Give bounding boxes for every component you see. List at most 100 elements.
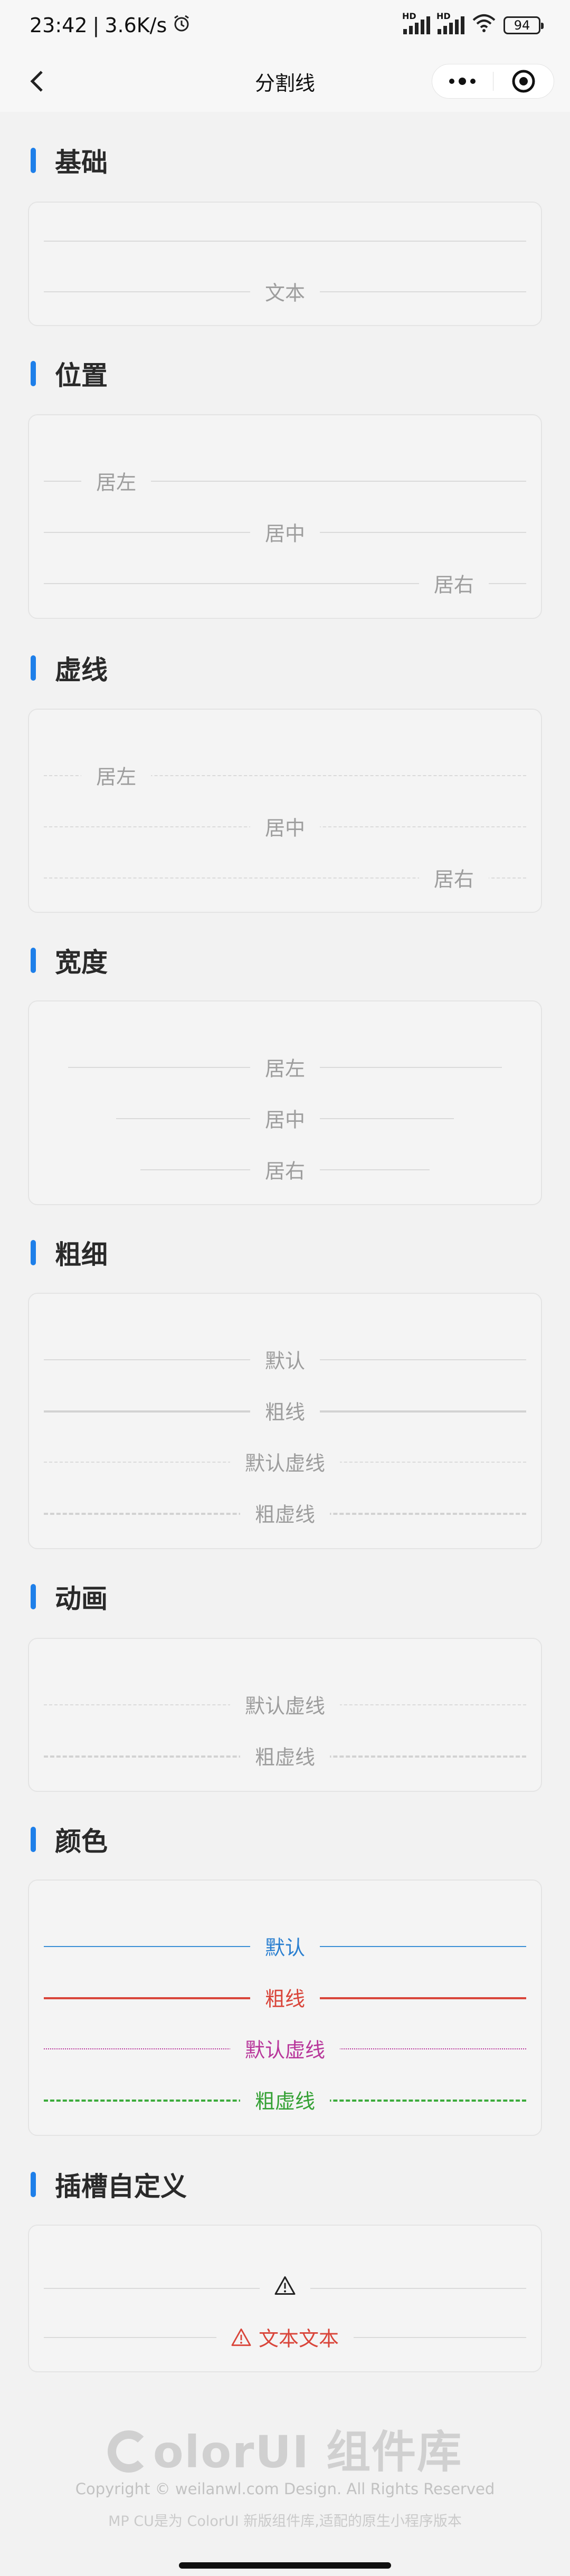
signal-1-icon: HD [402, 11, 430, 34]
warning-icon [231, 2328, 251, 2346]
dashed-divider-right: 居右 [44, 863, 526, 892]
section-accent-bar [31, 148, 36, 173]
status-left: 23:42 | 3.6K/s [30, 14, 191, 37]
divider-label: 文本 [250, 276, 320, 306]
section-title: 粗细 [55, 1239, 108, 1270]
card-position: 居左 居中 居右 [28, 414, 542, 619]
battery-level: 94 [514, 18, 530, 33]
divider-center: 居中 [44, 517, 526, 547]
divider-label: 居中 [250, 812, 320, 841]
signal-2-icon: HD [436, 11, 464, 34]
dashed-divider-center: 居中 [44, 812, 526, 841]
divider-default: 默认 [44, 1344, 526, 1374]
divider-label: 居右 [250, 1155, 320, 1184]
section-title: 插槽自定义 [55, 2171, 187, 2202]
section-title: 虚线 [55, 655, 108, 685]
divider-label: 文本文本 [258, 2327, 339, 2351]
divider-thick-dashed: 粗虚线 [44, 1498, 526, 1528]
section-accent-bar [31, 655, 36, 681]
divider-label: 居左 [81, 466, 151, 495]
divider-label: 粗虚线 [240, 1498, 330, 1528]
divider-label: 默认 [250, 1344, 320, 1374]
close-button[interactable] [493, 64, 554, 98]
section-header-thickness: 粗细 [31, 1237, 108, 1270]
warning-icon [260, 2275, 310, 2301]
section-header-dashed: 虚线 [31, 652, 108, 685]
divider-blue: 默认 [44, 1931, 526, 1961]
slot-content: 文本文本 [216, 2322, 354, 2352]
divider-animated-thick-dashed: 粗虚线 [44, 1741, 526, 1770]
status-right: HD HD 94 [402, 11, 544, 37]
section-header-position: 位置 [31, 358, 108, 391]
divider-label: 居左 [81, 760, 151, 790]
divider-width-70: 居中 [44, 1103, 526, 1133]
divider-with-text: 文本 [44, 276, 526, 306]
status-time: 23:42 [30, 14, 88, 37]
status-bar: 23:42 | 3.6K/s HD HD 94 [0, 0, 570, 51]
divider-label: 默认 [250, 1931, 320, 1961]
section-title: 位置 [55, 360, 108, 391]
divider-label: 粗虚线 [240, 1741, 330, 1770]
divider-label: 居右 [419, 863, 489, 892]
colorui-logo-text: olorUI 组件库 [153, 2426, 463, 2478]
target-close-icon [512, 70, 535, 93]
divider-label: 默认虚线 [230, 1690, 340, 1719]
divider-label: 默认虚线 [230, 1447, 340, 1476]
divider-label: 居右 [419, 568, 489, 598]
card-slot: 文本文本 [28, 2225, 542, 2372]
colorui-logo-mark-icon [107, 2430, 150, 2473]
section-title: 颜色 [55, 1826, 108, 1857]
divider-green: 粗虚线 [44, 2085, 526, 2114]
section-accent-bar [31, 948, 36, 973]
divider-icon-text-slot: 文本文本 [44, 2322, 526, 2352]
divider-animated-dashed: 默认虚线 [44, 1690, 526, 1719]
divider-icon-slot [44, 2273, 526, 2303]
section-accent-bar [31, 361, 36, 386]
dashed-divider-left: 居左 [44, 760, 526, 790]
more-button[interactable] [432, 64, 493, 98]
divider-label: 粗线 [250, 1396, 320, 1425]
divider-label: 默认虚线 [230, 2034, 340, 2063]
divider-label: 居左 [250, 1052, 320, 1082]
section-header-animation: 动画 [31, 1581, 108, 1614]
divider-label: 粗虚线 [240, 2085, 330, 2114]
divider-right: 居右 [44, 568, 526, 598]
footer-copyright: Copyright © weilanwl.com Design. All Rig… [75, 2480, 495, 2498]
divider-purple: 默认虚线 [44, 2034, 526, 2063]
card-dashed: 居左 居中 居右 [28, 709, 542, 913]
divider-red: 粗线 [44, 1982, 526, 2012]
section-header-color: 颜色 [31, 1824, 108, 1857]
section-header-slot: 插槽自定义 [31, 2169, 187, 2202]
section-header-basic: 基础 [31, 145, 108, 178]
divider-plain [44, 226, 526, 255]
section-title: 基础 [55, 147, 108, 178]
battery-icon: 94 [504, 16, 544, 34]
status-separator: | [92, 14, 100, 37]
network-speed: 3.6K/s [104, 14, 167, 37]
divider-label: 粗线 [250, 1982, 320, 2012]
mini-program-capsule [432, 64, 554, 99]
card-basic: 文本 [28, 202, 542, 326]
divider-default-dashed: 默认虚线 [44, 1447, 526, 1476]
section-accent-bar [31, 1240, 36, 1265]
section-title: 动画 [55, 1583, 108, 1614]
card-color: 默认 粗线 默认虚线 粗虚线 [28, 1879, 542, 2136]
section-accent-bar [31, 1827, 36, 1852]
card-width: 居左 居中 居右 [28, 1000, 542, 1205]
divider-width-90: 居左 [44, 1052, 526, 1082]
card-animation: 默认虚线 粗虚线 [28, 1638, 542, 1792]
divider-left: 居左 [44, 466, 526, 495]
more-dots-icon [449, 78, 476, 85]
divider-thick: 粗线 [44, 1396, 526, 1425]
section-header-width: 宽度 [31, 944, 108, 978]
divider-width-60: 居右 [44, 1155, 526, 1184]
section-accent-bar [31, 1584, 36, 1609]
nav-bar: 分割线 [0, 51, 570, 112]
card-thickness: 默认 粗线 默认虚线 粗虚线 [28, 1293, 542, 1549]
colorui-logo: olorUI 组件库 [0, 2417, 570, 2480]
footer-description: MP CU是为 ColorUI 新版组件库,适配的原生小程序版本 [108, 2513, 462, 2530]
divider-label: 居中 [250, 517, 320, 547]
divider-label: 居中 [250, 1103, 320, 1133]
section-title: 宽度 [55, 947, 108, 978]
section-accent-bar [31, 2172, 36, 2197]
